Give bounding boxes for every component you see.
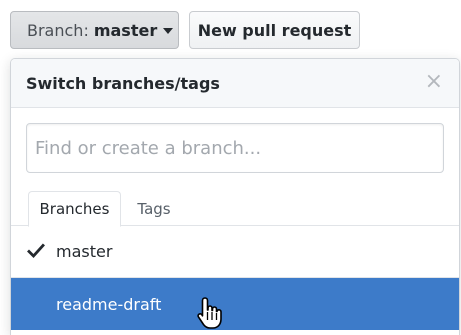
branch-select-button[interactable]: Branch: master [10, 11, 179, 49]
close-icon[interactable]: × [425, 70, 443, 94]
branch-item-master[interactable]: master [11, 226, 459, 278]
tab-tags[interactable]: Tags [124, 191, 184, 226]
dropdown-header: Switch branches/tags × [11, 59, 459, 108]
branch-item-label: readme-draft [56, 294, 162, 314]
branch-dropdown: Switch branches/tags × Branches Tags mas… [10, 58, 460, 335]
caret-down-icon [163, 28, 174, 34]
current-branch-name: master [93, 20, 158, 40]
dropdown-title: Switch branches/tags [26, 73, 220, 93]
branch-prefix-label: Branch: [27, 20, 89, 40]
hand-pointer-cursor-icon [197, 297, 222, 329]
branch-item-readme-draft[interactable]: readme-draft [11, 278, 459, 330]
branch-item-label: master [56, 242, 113, 261]
filter-wrapper [26, 123, 444, 173]
branch-tag-tabs: Branches Tags [11, 191, 459, 227]
tab-branches[interactable]: Branches [28, 191, 121, 227]
branch-filter-input[interactable] [26, 123, 444, 173]
new-pull-request-button[interactable]: New pull request [189, 11, 360, 49]
check-icon [27, 243, 45, 259]
